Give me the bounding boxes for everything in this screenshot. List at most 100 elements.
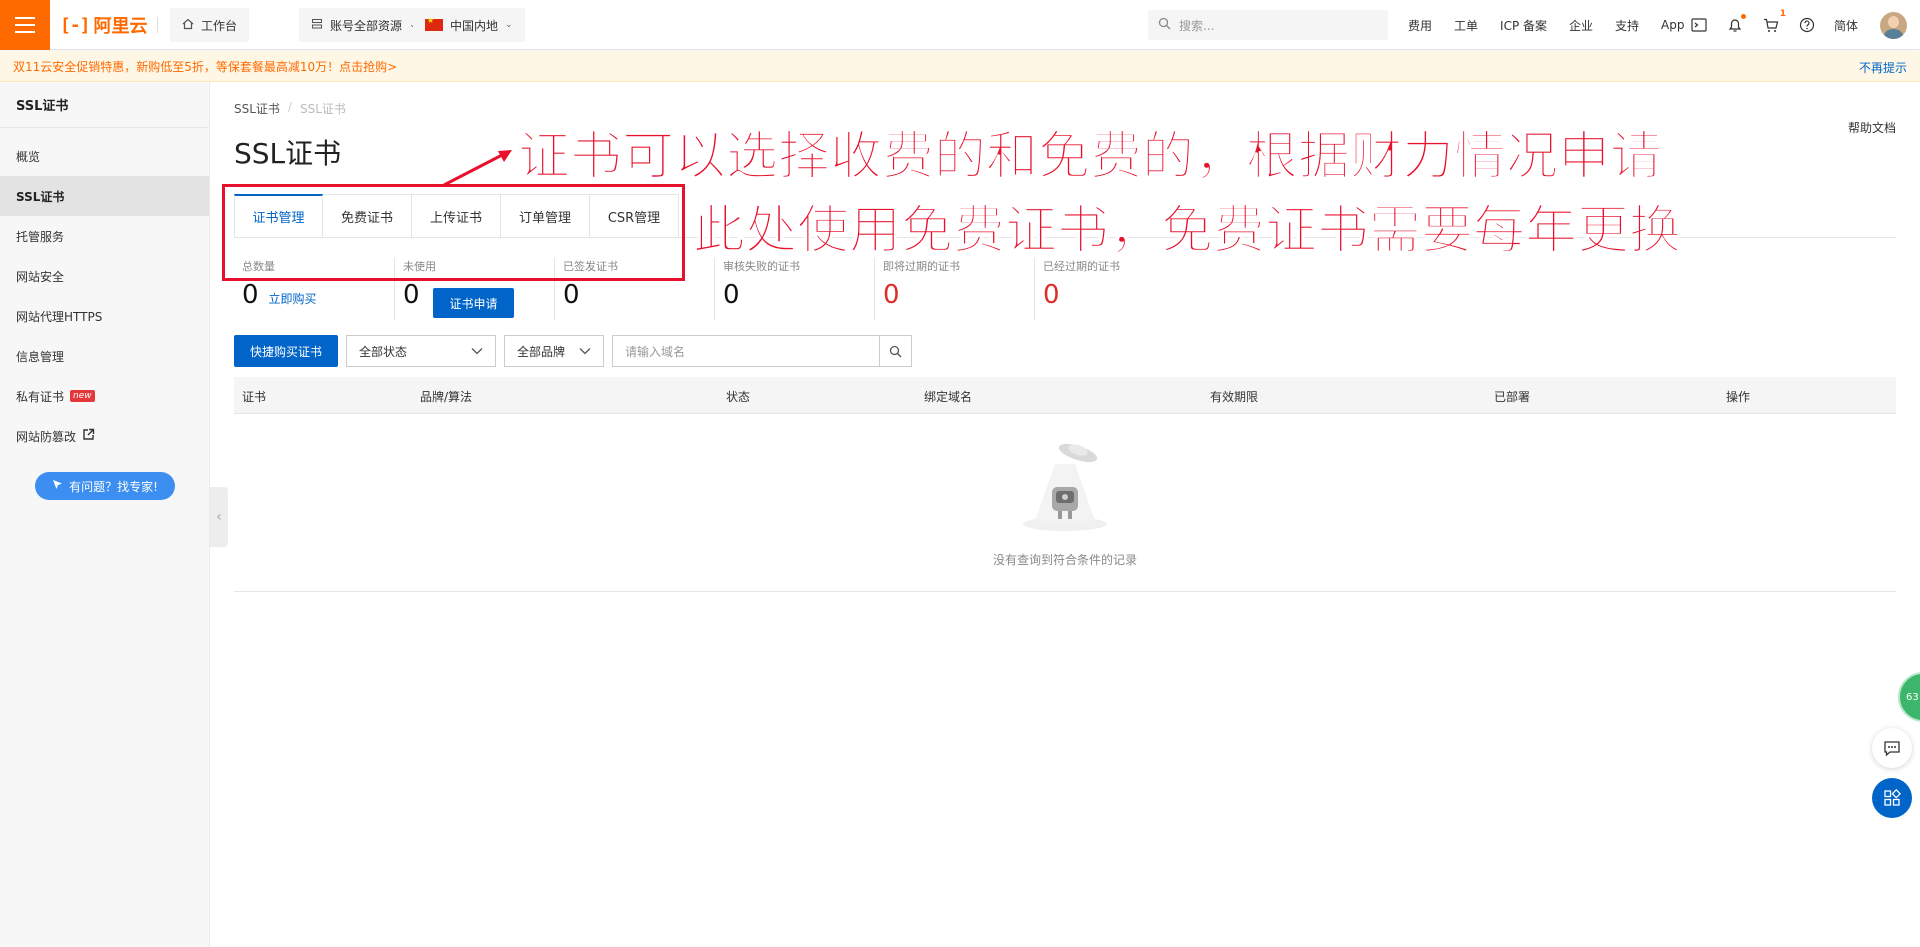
aliyun-logo[interactable]: [-] 阿里云 <box>60 13 148 38</box>
chat-icon <box>1884 741 1900 757</box>
stat-value: 0 <box>403 280 420 310</box>
sidebar-item-label: 托管服务 <box>16 229 65 244</box>
search-button[interactable] <box>879 336 911 366</box>
cart-icon[interactable]: 1 <box>1762 9 1786 34</box>
top-links: 费用 工单 ICP 备案 企业 支持 App <box>1408 0 1685 50</box>
sidebar-item-overview[interactable]: 概览 <box>0 136 209 176</box>
app-link[interactable]: App <box>1661 18 1684 32</box>
breadcrumb: SSL证书 / SSL证书 <box>234 100 346 117</box>
resources-dropdown[interactable]: 账号全部资源 ⌄ <box>299 8 429 42</box>
sidebar-item-anti-tamper[interactable]: 网站防篡改 <box>0 416 209 456</box>
sidebar-item-label: 网站代理HTTPS <box>16 309 103 324</box>
sidebar-item-label: 私有证书 <box>16 389 65 404</box>
stat-expiring: 即将过期的证书 0 <box>874 258 1034 320</box>
column-header: 操作 <box>1726 390 1751 404</box>
column-header: 品牌/算法 <box>420 390 473 404</box>
quick-buy-button[interactable]: 快捷购买证书 <box>234 335 338 367</box>
sidebar-item-private-cert[interactable]: 私有证书 new <box>0 376 209 416</box>
workbench-button[interactable]: 工作台 <box>170 8 250 42</box>
stat-review-failed: 审核失败的证书 0 <box>714 258 874 320</box>
chevron-down-icon: ⌄ <box>505 20 513 30</box>
stat-value-row: 0 <box>883 280 900 310</box>
status-select-value: 全部状态 <box>359 344 408 359</box>
bell-icon[interactable] <box>1726 14 1746 34</box>
stat-value-row: 0 <box>723 280 740 310</box>
ask-expert-button[interactable]: 有问题？找专家! <box>35 472 175 500</box>
hamburger-menu-button[interactable] <box>0 0 50 50</box>
user-avatar[interactable] <box>1880 12 1907 39</box>
status-select[interactable]: 全部状态 <box>346 335 496 367</box>
sidebar-item-ssl-cert[interactable]: SSL证书 <box>0 176 209 216</box>
language-switch[interactable]: 简体 <box>1834 17 1858 34</box>
brand-select[interactable]: 全部品牌 <box>504 335 604 367</box>
column-header: 绑定域名 <box>924 390 973 404</box>
buy-now-link[interactable]: 立即购买 <box>269 290 317 307</box>
grid-apps-icon <box>1884 789 1901 806</box>
search-icon <box>1158 17 1171 33</box>
stat-value-row: 0 <box>1043 280 1060 310</box>
divider <box>157 17 158 33</box>
stat-value: 0 <box>1043 280 1060 310</box>
apps-button[interactable] <box>1872 778 1912 818</box>
apply-cert-button[interactable]: 证书申请 <box>433 288 514 318</box>
help-icon[interactable] <box>1798 16 1816 34</box>
new-badge: new <box>70 390 95 402</box>
sidebar-item-hosting[interactable]: 托管服务 <box>0 216 209 256</box>
chevron-left-icon: ‹ <box>216 509 222 525</box>
stat-value-row: 0 <box>403 280 420 310</box>
terminal-icon[interactable] <box>1690 16 1708 34</box>
chevron-down-icon <box>579 344 591 358</box>
ticket-link[interactable]: 工单 <box>1454 17 1478 34</box>
sidebar: SSL证书 概览 SSL证书 托管服务 网站安全 网站代理HTTPS 信息管理 … <box>0 82 210 947</box>
sidebar-collapse-handle[interactable]: ‹ <box>210 487 228 547</box>
column-header: 已部署 <box>1494 390 1531 404</box>
floating-score-badge[interactable]: 63 <box>1898 672 1920 722</box>
page-title: SSL证书 <box>234 137 342 170</box>
chat-button[interactable] <box>1872 728 1912 768</box>
sidebar-item-label: SSL证书 <box>16 189 65 204</box>
enterprise-link[interactable]: 企业 <box>1569 17 1593 34</box>
empty-state: 没有查询到符合条件的记录 <box>234 414 1896 592</box>
stat-value: 0 <box>883 280 900 310</box>
promo-dismiss-link[interactable]: 不再提示 <box>1859 59 1907 76</box>
table-header: 证书 品牌/算法 状态 绑定域名 有效期限 已部署 操作 <box>234 377 1896 414</box>
filter-toolbar: 快捷购买证书 全部状态 全部品牌 请输入域名 <box>234 335 912 367</box>
annotation-arrow-icon <box>443 150 512 187</box>
breadcrumb-item[interactable]: SSL证书 <box>234 100 280 117</box>
support-link[interactable]: 支持 <box>1615 17 1639 34</box>
home-icon <box>182 18 194 33</box>
chevron-down-icon <box>471 344 483 358</box>
column-header: 证书 <box>242 390 267 404</box>
icp-link[interactable]: ICP 备案 <box>1500 17 1547 34</box>
stat-value: 0 <box>563 280 580 310</box>
sidebar-item-label: 网站防篡改 <box>16 429 77 444</box>
sidebar-item-https-proxy[interactable]: 网站代理HTTPS <box>0 296 209 336</box>
sidebar-item-site-security[interactable]: 网站安全 <box>0 256 209 296</box>
region-dropdown[interactable]: 中国内地 ⌄ <box>413 8 525 42</box>
search-placeholder: 搜索... <box>1179 18 1215 33</box>
empty-state-text: 没有查询到符合条件的记录 <box>992 553 1137 567</box>
sidebar-item-label: 概览 <box>16 149 41 164</box>
server-icon <box>311 18 323 33</box>
promo-banner: 双11云安全促销特惠，新购低至5折，等保套餐最高减10万！点击抢购> 不再提示 <box>0 51 1920 82</box>
sidebar-item-info[interactable]: 信息管理 <box>0 336 209 376</box>
column-header: 有效期限 <box>1210 390 1259 404</box>
annotation-text-1: 证书可以选择收费的和免费的，根据财力情况申请 <box>517 127 1663 188</box>
top-icons: 1 简体 <box>1690 0 1858 50</box>
cart-badge: 1 <box>1779 9 1786 19</box>
search-icon <box>889 345 902 357</box>
domain-search-input[interactable]: 请输入域名 <box>612 335 912 367</box>
sidebar-item-label: 信息管理 <box>16 349 65 364</box>
promo-text[interactable]: 双11云安全促销特惠，新购低至5折，等保套餐最高减10万！点击抢购> <box>13 58 397 75</box>
external-link-icon <box>82 428 95 444</box>
stat-value-row: 0 <box>563 280 580 310</box>
annotation-highlight-box <box>222 184 685 281</box>
logo-mark-icon: [-] <box>60 14 90 36</box>
logo-text: 阿里云 <box>93 16 148 37</box>
breadcrumb-current: SSL证书 <box>299 102 346 116</box>
help-doc-link[interactable]: 帮助文档 <box>1848 119 1896 136</box>
billing-link[interactable]: 费用 <box>1408 17 1432 34</box>
notification-dot <box>1741 14 1746 19</box>
global-search-input[interactable]: 搜索... <box>1148 10 1388 40</box>
breadcrumb-separator: / <box>287 100 292 114</box>
